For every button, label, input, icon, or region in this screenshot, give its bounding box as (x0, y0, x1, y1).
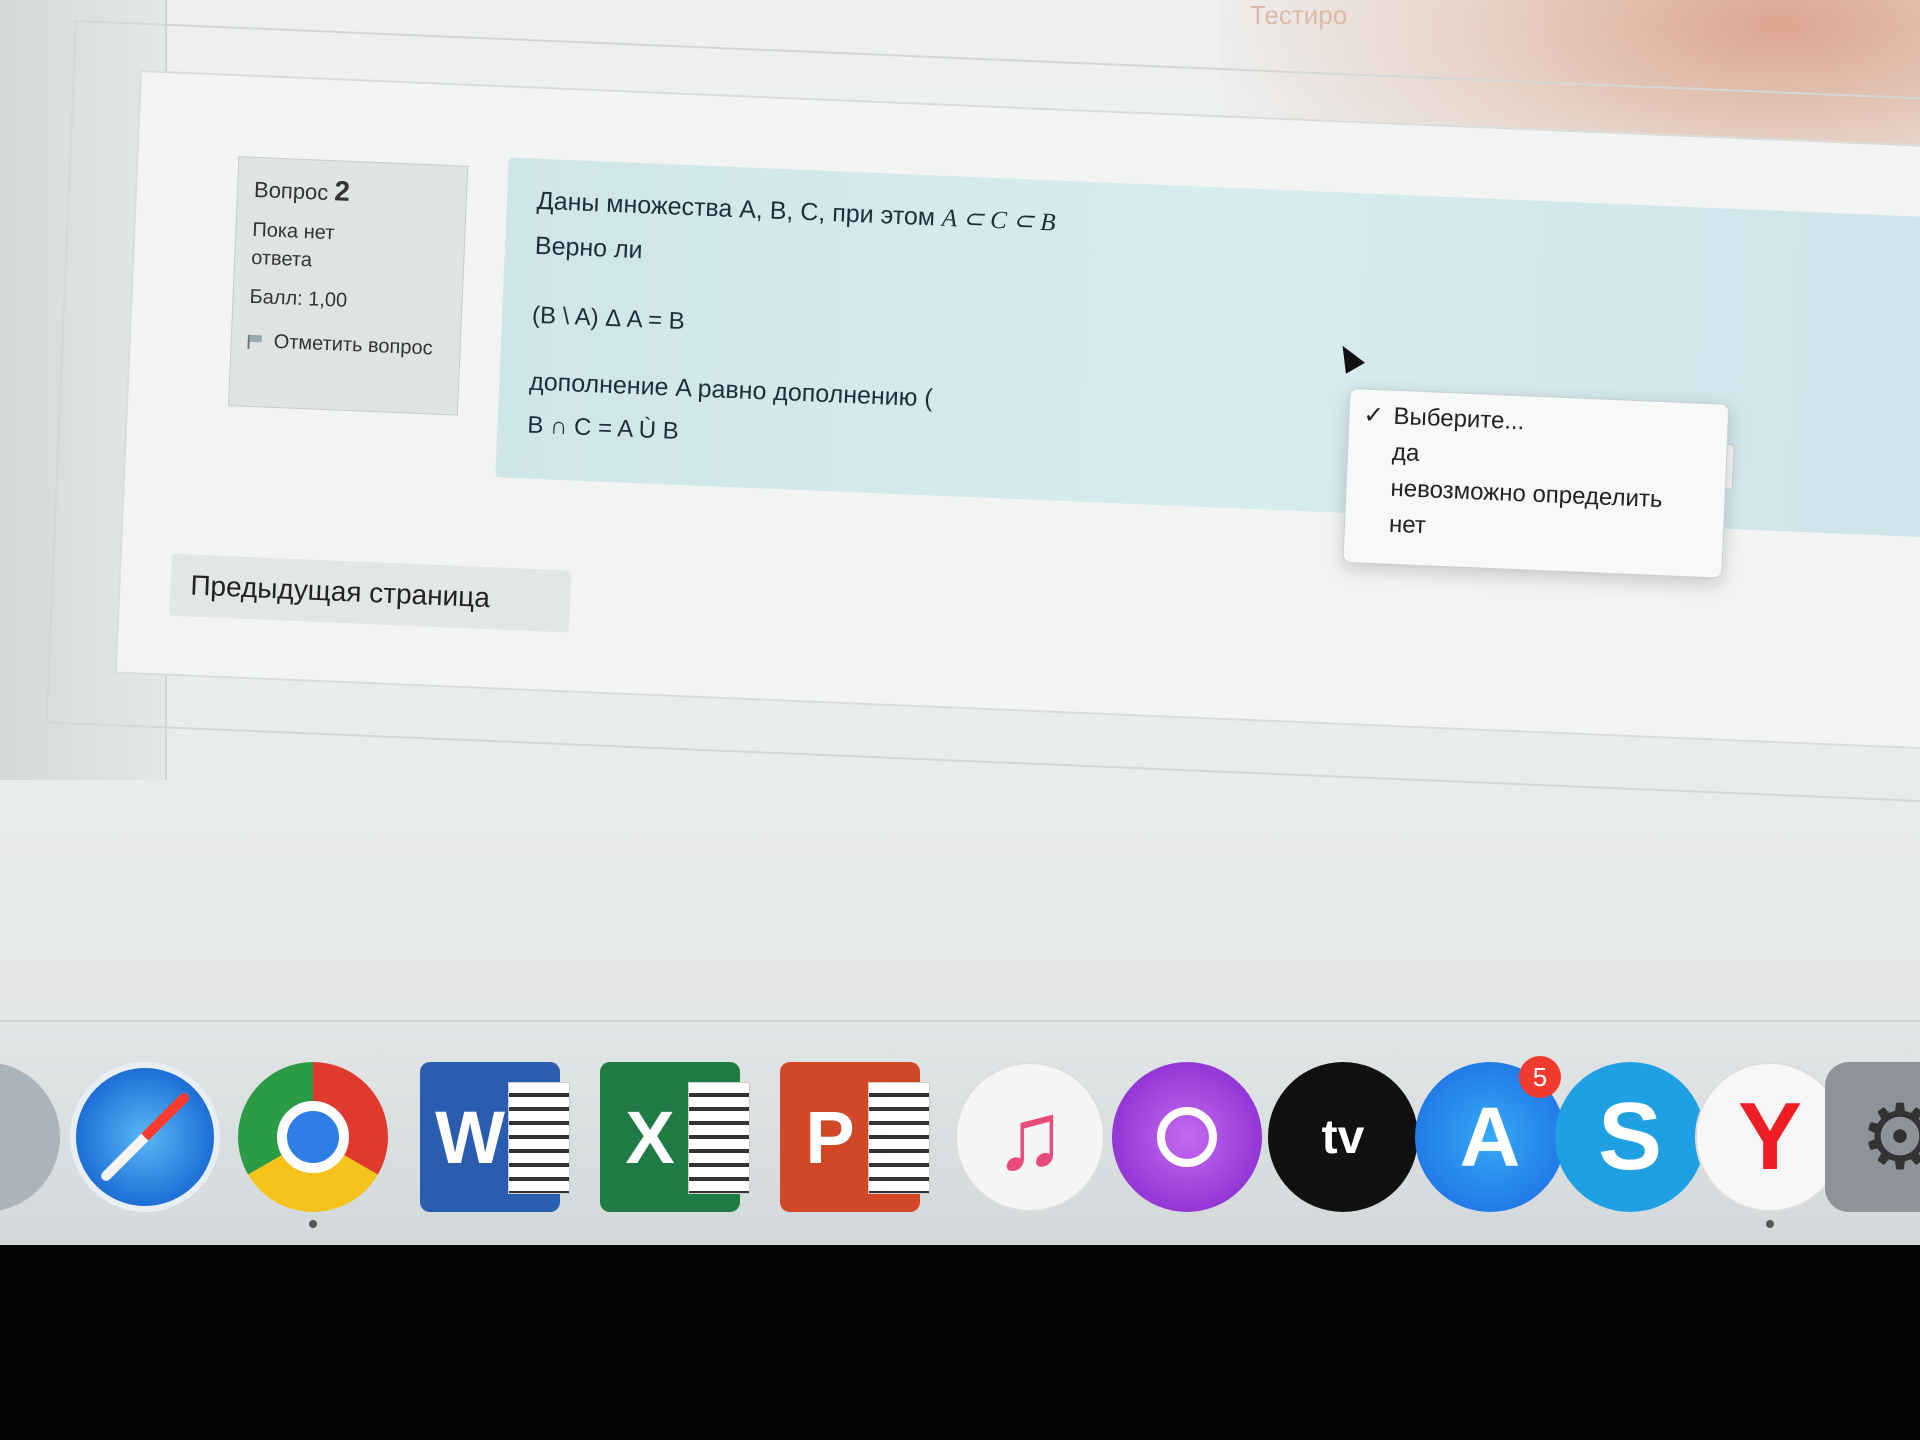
notification-badge: 5 (1519, 1056, 1561, 1098)
question-line-1-text: Даны множества A, B, C, при этом (536, 186, 936, 232)
question-state: Пока нет ответа (250, 218, 335, 272)
flag-question-label: Отметить вопрос (273, 330, 434, 360)
previous-page-button[interactable]: Предыдущая страница (169, 553, 572, 633)
macos-dock: W X P ♫ tv A5 S Y ⚙ (0, 1020, 1920, 1245)
appstore-a-icon: A (1459, 1089, 1521, 1184)
dropdown-option-label: нет (1388, 510, 1427, 540)
dropdown-option-label: невозможно определить (1390, 474, 1663, 514)
question-grade: Балл: 1,00 (249, 285, 348, 312)
excel-icon[interactable]: X (600, 1062, 750, 1212)
podcasts-icon[interactable] (1112, 1062, 1262, 1212)
flag-icon (247, 334, 267, 350)
flag-question-link[interactable]: Отметить вопрос (247, 327, 444, 363)
question-text-box: Даны множества A, B, C, при этом A ⊂ C ⊂… (495, 157, 1920, 579)
slides-icon (868, 1082, 930, 1194)
laptop-bezel (0, 1245, 1920, 1440)
yandex-y-icon: Y (1737, 1083, 1803, 1190)
page-top-text: Тестиро (1250, 0, 1348, 30)
checkmark-icon: ✓ (1363, 401, 1385, 430)
tv-label: tv (1321, 1110, 1365, 1164)
skype-icon[interactable]: S (1555, 1062, 1705, 1212)
skype-s-icon: S (1597, 1083, 1663, 1190)
question-number: 2 (333, 175, 351, 207)
question-label: Вопрос (253, 176, 329, 205)
gear-icon: ⚙ (1859, 1087, 1920, 1188)
dropdown-option-label: да (1391, 438, 1420, 467)
question-heading: Вопрос 2 (253, 172, 450, 212)
excel-letter: X (625, 1095, 675, 1179)
chrome-center-icon (277, 1101, 349, 1173)
safari-icon[interactable] (70, 1062, 220, 1212)
yandex-browser-icon[interactable]: Y (1695, 1062, 1845, 1212)
dropdown-option-label: Выберите... (1393, 402, 1525, 436)
powerpoint-letter: P (805, 1095, 855, 1179)
compass-needle-icon (99, 1091, 191, 1183)
finder-icon[interactable] (0, 1062, 60, 1212)
powerpoint-icon[interactable]: P (780, 1062, 930, 1212)
system-preferences-icon[interactable]: ⚙ (1825, 1062, 1920, 1212)
appstore-icon[interactable]: A5 (1415, 1056, 1565, 1212)
spreadsheet-icon (688, 1082, 750, 1194)
document-icon (508, 1082, 570, 1194)
answer-dropdown-menu: ✓ Выберите... да невозможно определить не… (1342, 387, 1730, 579)
question-info-box: Вопрос 2 Пока нет ответа Балл: 1,00 Отмет… (228, 156, 469, 416)
question-line-1-math: A ⊂ C ⊂ B (941, 204, 1057, 237)
quiz-content: Вопрос 2 Пока нет ответа Балл: 1,00 Отмет… (114, 70, 1920, 752)
appletv-icon[interactable]: tv (1268, 1062, 1418, 1212)
running-indicator (1766, 1220, 1774, 1228)
podcast-waves-icon (1157, 1107, 1217, 1167)
browser-screen: Тестиро Вопрос 2 Пока нет ответа Балл: 1,… (0, 0, 1920, 1245)
chrome-icon[interactable] (238, 1062, 388, 1212)
word-icon[interactable]: W (420, 1062, 570, 1212)
running-indicator (309, 1220, 317, 1228)
music-note-icon: ♫ (994, 1083, 1066, 1190)
music-icon[interactable]: ♫ (955, 1062, 1105, 1212)
word-letter: W (435, 1095, 505, 1179)
